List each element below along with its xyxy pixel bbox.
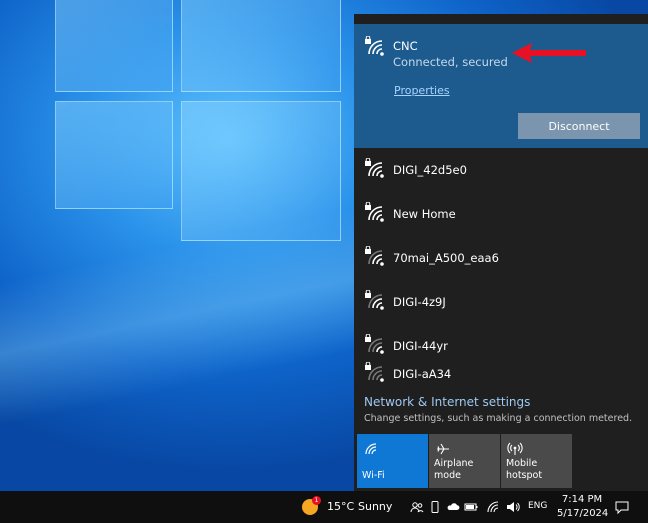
wifi-quick-action-label: Wi-Fi <box>362 470 385 481</box>
network-name: DIGI-44yr <box>393 339 448 353</box>
notifications-icon[interactable] <box>614 499 630 515</box>
connected-network[interactable]: CNC Connected, secured Properties Discon… <box>354 24 648 148</box>
network-item[interactable]: 70mai_A500_eaa6 <box>354 236 648 280</box>
network-name: 70mai_A500_eaa6 <box>393 251 499 265</box>
wifi-quick-action[interactable]: Wi-Fi <box>357 434 428 488</box>
input-language[interactable]: ENG <box>528 501 547 511</box>
hotspot-icon <box>507 442 523 455</box>
wifi-secured-weak-icon <box>365 362 384 382</box>
disconnect-button[interactable]: Disconnect <box>518 113 640 139</box>
people-icon[interactable] <box>410 500 424 514</box>
network-name: DIGI-4z9J <box>393 295 446 309</box>
onedrive-cloud-icon[interactable] <box>446 500 460 514</box>
windows-logo-pane <box>55 101 173 209</box>
network-item[interactable]: DIGI-4z9J <box>354 280 648 324</box>
airplane-mode-quick-action[interactable]: Airplane mode <box>429 434 500 488</box>
network-item[interactable]: DIGI_42d5e0 <box>354 148 648 192</box>
windows-logo-pane <box>181 0 341 92</box>
network-wifi-icon[interactable] <box>486 500 500 514</box>
airplane-icon <box>437 443 449 455</box>
red-arrow-icon <box>512 43 586 63</box>
properties-link[interactable]: Properties <box>394 84 450 97</box>
wifi-secured-weak-icon <box>365 290 384 310</box>
connected-network-name: CNC <box>393 39 418 53</box>
network-settings-description: Change settings, such as making a connec… <box>364 413 633 424</box>
windows-logo-pane <box>181 101 341 241</box>
clock-time[interactable]: 7:14 PM <box>561 494 603 505</box>
network-name: DIGI-aA34 <box>393 367 452 381</box>
windows-logo-pane <box>55 0 173 92</box>
taskbar: 1 15°C Sunny ENG 7:14 PM 5/17/2024 <box>0 491 648 523</box>
battery-charging-icon[interactable] <box>464 500 478 514</box>
weather-badge: 1 <box>312 496 321 505</box>
phone-link-icon[interactable] <box>428 500 442 514</box>
wifi-secured-icon <box>365 202 384 222</box>
mobile-hotspot-label: Mobile hotspot <box>506 458 543 481</box>
clock-date[interactable]: 5/17/2024 <box>557 508 608 519</box>
wifi-flyout: CNC Connected, secured Properties Discon… <box>354 14 648 491</box>
wifi-secured-icon <box>365 158 384 178</box>
wifi-icon <box>365 443 377 455</box>
wifi-secured-weak-icon <box>365 246 384 266</box>
network-name: New Home <box>393 207 456 221</box>
connection-status: Connected, secured <box>393 55 508 69</box>
weather-temperature[interactable]: 15°C <box>327 500 354 513</box>
mobile-hotspot-quick-action[interactable]: Mobile hotspot <box>501 434 572 488</box>
airplane-mode-label: Airplane mode <box>434 458 474 481</box>
network-name: DIGI_42d5e0 <box>393 163 467 177</box>
network-settings-link[interactable]: Network & Internet settings <box>364 395 530 409</box>
weather-condition[interactable]: Sunny <box>358 500 392 513</box>
network-item[interactable]: DIGI-aA34 <box>354 352 648 396</box>
wifi-secured-icon <box>365 36 384 56</box>
volume-icon[interactable] <box>506 500 520 514</box>
network-item[interactable]: New Home <box>354 192 648 236</box>
